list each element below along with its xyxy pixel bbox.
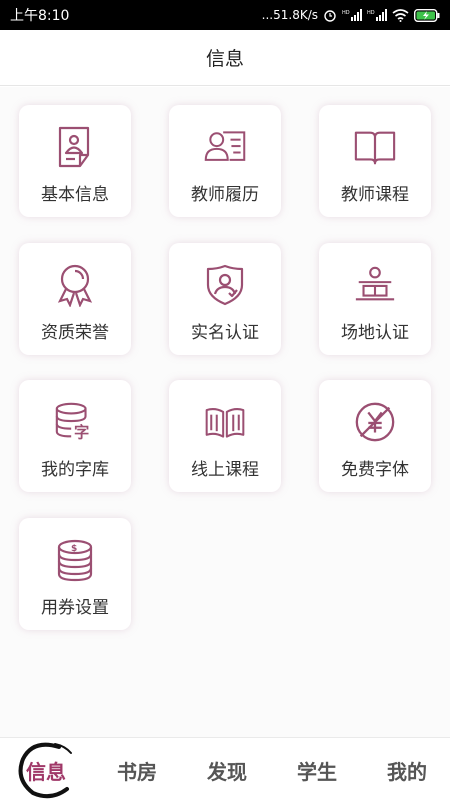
shield-id-icon bbox=[203, 263, 247, 307]
tile-label: 我的字库 bbox=[41, 460, 109, 480]
tab-discover[interactable]: 发现 bbox=[207, 756, 247, 785]
alarm-icon bbox=[323, 8, 337, 22]
tile-teacher-resume[interactable]: 教师履历 bbox=[169, 105, 281, 217]
status-bar: 上午8:10 ...51.8K/s HD HD bbox=[0, 0, 450, 30]
tile-venue-auth[interactable]: 场地认证 bbox=[319, 243, 431, 355]
tile-qualifications[interactable]: 资质荣誉 bbox=[19, 243, 131, 355]
tile-label: 教师履历 bbox=[191, 185, 259, 205]
page-title: 信息 bbox=[205, 48, 244, 70]
hd-label-2: HD bbox=[367, 10, 375, 16]
tab-study[interactable]: 书房 bbox=[117, 756, 157, 785]
status-time: 上午8:10 bbox=[10, 8, 70, 24]
coupon-coins-icon: $ bbox=[53, 538, 97, 582]
tile-label: 场地认证 bbox=[341, 323, 409, 343]
coin-symbol: $ bbox=[71, 544, 77, 554]
resume-icon bbox=[203, 125, 247, 169]
tile-real-name-auth[interactable]: 实名认证 bbox=[169, 243, 281, 355]
tab-info[interactable]: 信息 bbox=[26, 756, 66, 785]
tile-label: 线上课程 bbox=[191, 460, 259, 480]
tile-free-fonts[interactable]: 免费字体 bbox=[319, 380, 431, 492]
tab-mine[interactable]: 我的 bbox=[387, 756, 427, 785]
tile-coupon-settings[interactable]: $ 用券设置 bbox=[19, 518, 131, 630]
menu-grid: 基本信息 教师履历 教师课程 资质荣誉 实名认证 场地认证 字 我的字库 线上课… bbox=[0, 87, 450, 737]
open-book-icon bbox=[353, 125, 397, 169]
signal-icon-2: HD bbox=[367, 9, 387, 21]
tile-my-fonts[interactable]: 字 我的字库 bbox=[19, 380, 131, 492]
network-speed: ...51.8K/s bbox=[261, 8, 318, 22]
online-course-icon bbox=[203, 400, 247, 444]
font-database-icon: 字 bbox=[53, 400, 97, 444]
database-char: 字 bbox=[74, 423, 89, 441]
medal-icon bbox=[53, 263, 97, 307]
tile-label: 免费字体 bbox=[341, 460, 409, 480]
tile-label: 资质荣誉 bbox=[41, 323, 109, 343]
tile-teacher-course[interactable]: 教师课程 bbox=[319, 105, 431, 217]
battery-icon bbox=[414, 8, 440, 22]
venue-icon bbox=[353, 263, 397, 307]
bottom-tab-bar: 信息 书房 发现 学生 我的 bbox=[0, 737, 450, 800]
tile-label: 实名认证 bbox=[191, 323, 259, 343]
header: 信息 bbox=[0, 30, 450, 86]
hd-label-1: HD bbox=[342, 10, 350, 16]
profile-card-icon bbox=[53, 125, 97, 169]
tile-label: 教师课程 bbox=[341, 185, 409, 205]
tile-basic-info[interactable]: 基本信息 bbox=[19, 105, 131, 217]
tile-online-course[interactable]: 线上课程 bbox=[169, 380, 281, 492]
tab-students[interactable]: 学生 bbox=[297, 756, 337, 785]
tile-label: 基本信息 bbox=[41, 185, 109, 205]
free-yen-icon bbox=[353, 400, 397, 444]
signal-icon-1: HD bbox=[342, 9, 362, 21]
tile-label: 用券设置 bbox=[41, 598, 109, 618]
status-indicators: ...51.8K/s HD HD bbox=[262, 8, 440, 22]
wifi-icon bbox=[392, 8, 409, 22]
